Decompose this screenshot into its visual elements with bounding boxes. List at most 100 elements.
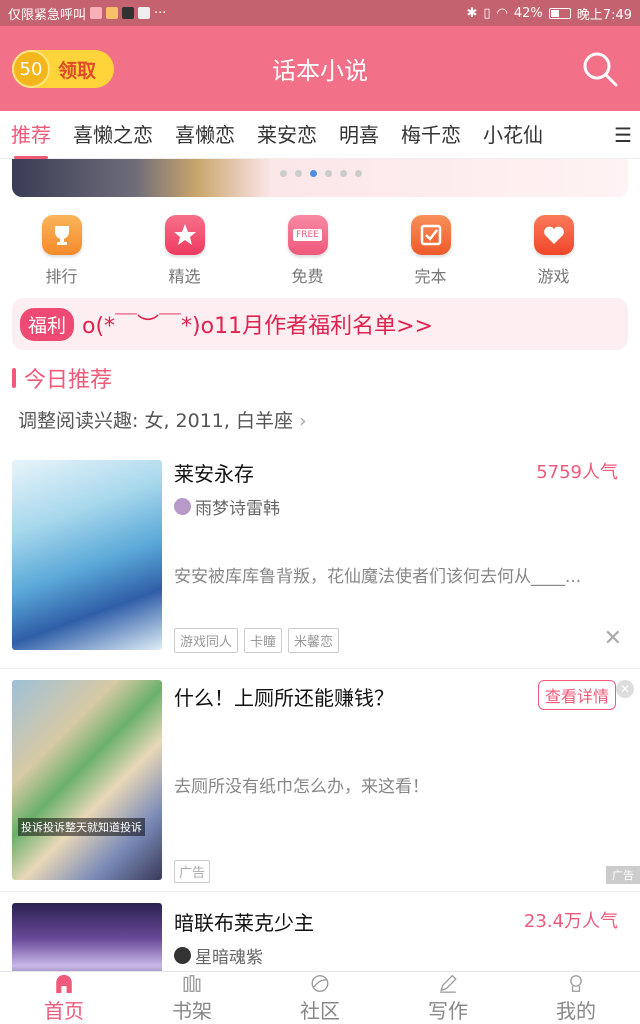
nav-games-label: 游戏 [537,267,570,286]
nav-free-label: 免费 [291,267,324,286]
nav-profile[interactable]: 我的 [512,972,640,1024]
wechat-icon [138,7,151,19]
divider [0,668,640,669]
adjust-interest-link[interactable]: 调整阅读兴趣: 女, 2011, 白羊座 › [18,406,307,433]
claim-label: 领取 [58,59,97,82]
nav-featured[interactable]: 精选 [123,215,246,290]
carousel-dots [280,170,362,177]
profile-icon [570,975,582,992]
tab-recommend[interactable]: 推荐 [0,111,62,159]
tab-laianlian[interactable]: 莱安恋 [246,111,328,159]
app-screen: 仅限紧急呼叫 ··· ✱ ▯ ◠ 42% 晚上7:49 50 领取 话本小说 推… [0,0,640,1024]
nav-games[interactable]: 游戏 [492,215,615,290]
welfare-banner[interactable]: 福利 o(*￣︶￣*)o11月作者福利名单>> [12,298,628,350]
nav-ranking[interactable]: 排行 [0,215,123,290]
book-tag[interactable]: 游戏同人 [174,628,239,653]
wifi-icon: ◠ [496,5,508,21]
nav-ranking-label: 排行 [45,267,78,286]
star-icon [164,215,205,255]
free-icon: FREE [287,215,328,255]
section-title: 今日推荐 [24,368,113,393]
ad-card[interactable]: 投诉投诉整天就知道投诉 什么！上厕所还能赚钱？ 查看详情 ✕ 去厕所没有纸巾怎么… [0,670,640,890]
author-avatar [174,498,191,515]
community-icon [311,975,329,992]
coin-icon: 50 [12,50,50,88]
book-title: 莱安永存 [174,462,254,486]
banner-carousel[interactable] [12,159,628,197]
category-tabs: 推荐 喜懒之恋 喜懒恋 莱安恋 明喜 梅千恋 小花仙 ☰ [0,111,640,159]
claim-coins-button[interactable]: 50 领取 [12,50,114,88]
ad-corner-label: 广告 [606,866,640,884]
search-button[interactable] [582,51,618,87]
book-tag[interactable]: 米馨恋 [288,628,340,653]
notification-icon [90,7,103,19]
book-author[interactable]: 雨梦诗雷韩 [174,494,280,519]
dismiss-icon[interactable]: ✕ [604,626,622,651]
bottom-nav: 首页 书架 社区 写作 我的 [0,971,640,1024]
nav-bookshelf-label: 书架 [172,999,212,1023]
section-accent-bar [12,368,16,388]
trophy-icon [41,215,82,255]
carousel-dot [295,170,302,177]
tiktok-icon [122,7,135,19]
divider [0,891,640,892]
carousel-dot [280,170,287,177]
tab-xilanlian[interactable]: 喜懒恋 [164,111,246,159]
tab-xilan-zhilian[interactable]: 喜懒之恋 [62,111,164,159]
ad-description: 去厕所没有纸巾怎么办，来这看！ [174,777,429,797]
book-tags: 游戏同人 卡瞳 米馨恋 [174,628,340,653]
app-title: 话本小说 [272,57,368,85]
nav-bookshelf[interactable]: 书架 [128,972,256,1024]
battery-percent: 42% [513,5,543,21]
bluetooth-icon: ✱ [466,5,478,21]
carousel-dot [325,170,332,177]
ad-title: 什么！上厕所还能赚钱？ [174,686,394,710]
check-icon [410,215,451,255]
free-badge: FREE [293,229,322,241]
interest-text: 调整阅读兴趣: 女, 2011, 白羊座 [18,410,293,432]
battery-icon [548,7,571,19]
tab-meiqianlian[interactable]: 梅千恋 [390,111,472,159]
nav-community[interactable]: 社区 [256,972,384,1024]
nav-completed[interactable]: 完本 [369,215,492,290]
tab-mingxi[interactable]: 明喜 [328,111,390,159]
status-bar: 仅限紧急呼叫 ··· ✱ ▯ ◠ 42% 晚上7:49 [0,0,640,26]
carousel-dot-active [310,170,317,177]
bookshelf-icon [183,975,201,992]
book-card[interactable]: 莱安永存 5759人气 雨梦诗雷韩 安安被库库鲁背叛，花仙魔法使者们该何去何从_… [0,448,640,668]
ad-image-caption: 投诉投诉整天就知道投诉 [18,818,145,836]
carrier-text: 仅限紧急呼叫 [8,7,87,23]
book-cover [12,460,162,650]
heart-icon [533,215,574,255]
book-tag[interactable]: 卡瞳 [244,628,283,653]
nav-write[interactable]: 写作 [384,972,512,1024]
chevron-right-icon: › [299,410,307,432]
app-notification-icon [106,7,119,19]
book-author[interactable]: 星暗魂紫 [174,943,263,968]
more-notifications-icon: ··· [154,5,167,21]
carousel-dot [355,170,362,177]
book-popularity: 23.4万人气 [523,911,618,932]
welfare-text: o(*￣︶￣*)o11月作者福利名单>> [82,314,433,339]
quick-nav: 排行 精选 FREE 免费 完本 游戏 [0,215,640,290]
nav-profile-label: 我的 [556,999,596,1023]
nav-featured-label: 精选 [168,267,201,286]
nav-free[interactable]: FREE 免费 [246,215,369,290]
vibrate-icon: ▯ [483,5,491,21]
tab-xiaohuaxian[interactable]: 小花仙 [472,111,554,159]
clock: 晚上7:49 [576,7,632,23]
view-details-button[interactable]: 查看详情 [537,680,616,710]
nav-community-label: 社区 [300,999,340,1023]
ad-label: 广告 [174,860,211,883]
nav-completed-label: 完本 [414,267,447,286]
ad-image: 投诉投诉整天就知道投诉 [12,680,162,880]
book-title: 暗联布莱克少主 [174,911,314,935]
tab-menu-icon[interactable]: ☰ [610,123,632,147]
ad-close-icon[interactable]: ✕ [616,680,634,698]
nav-home[interactable]: 首页 [0,972,128,1024]
search-icon [583,52,618,87]
book-cover [12,903,162,971]
pen-icon [440,974,457,993]
book-card[interactable]: 暗联布莱克少主 23.4万人气 星暗魂紫 [0,893,640,971]
nav-home-label: 首页 [44,999,84,1023]
